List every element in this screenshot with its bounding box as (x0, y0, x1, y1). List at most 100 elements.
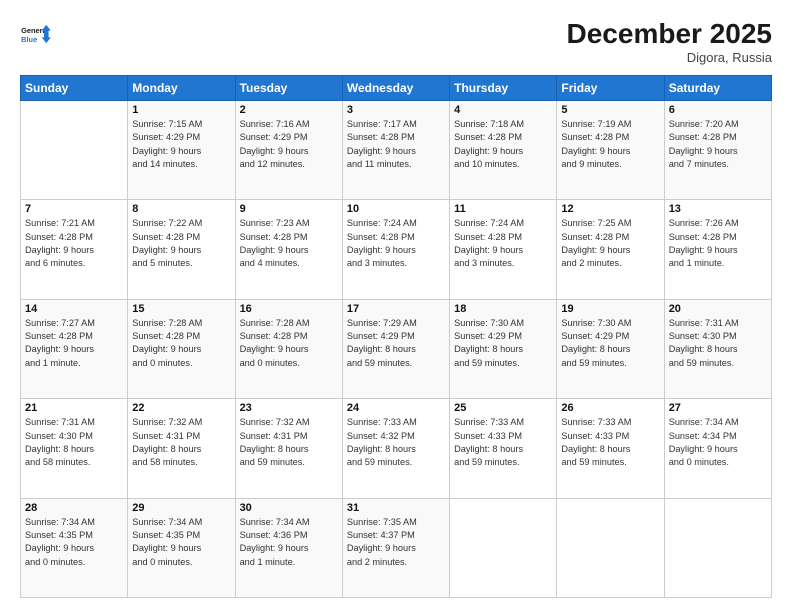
table-row: 14 Sunrise: 7:27 AMSunset: 4:28 PMDayligh… (21, 299, 128, 398)
table-row: 7 Sunrise: 7:21 AMSunset: 4:28 PMDaylight… (21, 200, 128, 299)
svg-text:Blue: Blue (21, 35, 37, 44)
day-info: Sunrise: 7:17 AMSunset: 4:28 PMDaylight:… (347, 118, 445, 171)
day-info: Sunrise: 7:32 AMSunset: 4:31 PMDaylight:… (240, 416, 338, 469)
day-info: Sunrise: 7:34 AMSunset: 4:35 PMDaylight:… (25, 516, 123, 569)
day-number: 14 (25, 303, 123, 315)
day-info: Sunrise: 7:32 AMSunset: 4:31 PMDaylight:… (132, 416, 230, 469)
day-number: 31 (347, 502, 445, 514)
calendar-week-row: 7 Sunrise: 7:21 AMSunset: 4:28 PMDaylight… (21, 200, 772, 299)
day-number: 29 (132, 502, 230, 514)
day-info: Sunrise: 7:35 AMSunset: 4:37 PMDaylight:… (347, 516, 445, 569)
table-row: 15Sunrise: 7:28 AMSunset: 4:28 PMDayligh… (128, 299, 235, 398)
day-info: Sunrise: 7:18 AMSunset: 4:28 PMDaylight:… (454, 118, 552, 171)
table-row: 28 Sunrise: 7:34 AMSunset: 4:35 PMDayligh… (21, 498, 128, 597)
day-info: Sunrise: 7:16 AMSunset: 4:29 PMDaylight:… (240, 118, 338, 171)
day-info: Sunrise: 7:20 AMSunset: 4:28 PMDaylight:… (669, 118, 767, 171)
day-info: Sunrise: 7:19 AMSunset: 4:28 PMDaylight:… (561, 118, 659, 171)
day-info: Sunrise: 7:21 AMSunset: 4:28 PMDaylight:… (25, 217, 123, 270)
table-row: 1Sunrise: 7:15 AMSunset: 4:29 PMDaylight… (128, 101, 235, 200)
day-number: 21 (25, 402, 123, 414)
table-row: 17Sunrise: 7:29 AMSunset: 4:29 PMDayligh… (342, 299, 449, 398)
table-row (21, 101, 128, 200)
day-info: Sunrise: 7:33 AMSunset: 4:33 PMDaylight:… (454, 416, 552, 469)
day-info: Sunrise: 7:15 AMSunset: 4:29 PMDaylight:… (132, 118, 230, 171)
day-info: Sunrise: 7:27 AMSunset: 4:28 PMDaylight:… (25, 317, 123, 370)
calendar-week-row: 28 Sunrise: 7:34 AMSunset: 4:35 PMDayligh… (21, 498, 772, 597)
table-row: 10Sunrise: 7:24 AMSunset: 4:28 PMDayligh… (342, 200, 449, 299)
table-row: 24 Sunrise: 7:33 AMSunset: 4:32 PMDayligh… (342, 399, 449, 498)
table-row: 21 Sunrise: 7:31 AMSunset: 4:30 PMDayligh… (21, 399, 128, 498)
day-info: Sunrise: 7:25 AMSunset: 4:28 PMDaylight:… (561, 217, 659, 270)
day-number: 12 (561, 203, 659, 215)
day-info: Sunrise: 7:31 AMSunset: 4:30 PMDaylight:… (25, 416, 123, 469)
table-row: 13 Sunrise: 7:26 AMSunset: 4:28 PMDayligh… (664, 200, 771, 299)
day-number: 5 (561, 104, 659, 116)
day-info: Sunrise: 7:30 AMSunset: 4:29 PMDaylight:… (454, 317, 552, 370)
day-number: 18 (454, 303, 552, 315)
day-number: 3 (347, 104, 445, 116)
day-number: 28 (25, 502, 123, 514)
day-number: 9 (240, 203, 338, 215)
table-row: 6 Sunrise: 7:20 AMSunset: 4:28 PMDaylight… (664, 101, 771, 200)
day-info: Sunrise: 7:34 AMSunset: 4:36 PMDaylight:… (240, 516, 338, 569)
day-number: 26 (561, 402, 659, 414)
day-number: 24 (347, 402, 445, 414)
table-row: 26 Sunrise: 7:33 AMSunset: 4:33 PMDayligh… (557, 399, 664, 498)
table-row: 12 Sunrise: 7:25 AMSunset: 4:28 PMDayligh… (557, 200, 664, 299)
table-row (557, 498, 664, 597)
table-row: 8Sunrise: 7:22 AMSunset: 4:28 PMDaylight… (128, 200, 235, 299)
table-row: 31 Sunrise: 7:35 AMSunset: 4:37 PMDayligh… (342, 498, 449, 597)
table-row: 19 Sunrise: 7:30 AMSunset: 4:29 PMDayligh… (557, 299, 664, 398)
table-row (664, 498, 771, 597)
day-info: Sunrise: 7:28 AMSunset: 4:28 PMDaylight:… (132, 317, 230, 370)
table-row: 30 Sunrise: 7:34 AMSunset: 4:36 PMDayligh… (235, 498, 342, 597)
day-info: Sunrise: 7:30 AMSunset: 4:29 PMDaylight:… (561, 317, 659, 370)
day-number: 11 (454, 203, 552, 215)
day-info: Sunrise: 7:33 AMSunset: 4:32 PMDaylight:… (347, 416, 445, 469)
table-row (450, 498, 557, 597)
day-info: Sunrise: 7:29 AMSunset: 4:29 PMDaylight:… (347, 317, 445, 370)
day-info: Sunrise: 7:31 AMSunset: 4:30 PMDaylight:… (669, 317, 767, 370)
col-monday: Monday (128, 76, 235, 101)
logo-icon: GeneralBlue (20, 18, 52, 50)
day-info: Sunrise: 7:34 AMSunset: 4:34 PMDaylight:… (669, 416, 767, 469)
table-row: 18 Sunrise: 7:30 AMSunset: 4:29 PMDayligh… (450, 299, 557, 398)
day-info: Sunrise: 7:26 AMSunset: 4:28 PMDaylight:… (669, 217, 767, 270)
col-friday: Friday (557, 76, 664, 101)
calendar-table: Sunday Monday Tuesday Wednesday Thursday… (20, 75, 772, 598)
month-title: December 2025 (567, 18, 772, 50)
day-number: 2 (240, 104, 338, 116)
day-number: 13 (669, 203, 767, 215)
logo: GeneralBlue (20, 18, 52, 50)
calendar-header-row: Sunday Monday Tuesday Wednesday Thursday… (21, 76, 772, 101)
table-row: 3 Sunrise: 7:17 AMSunset: 4:28 PMDaylight… (342, 101, 449, 200)
day-number: 20 (669, 303, 767, 315)
day-info: Sunrise: 7:23 AMSunset: 4:28 PMDaylight:… (240, 217, 338, 270)
day-info: Sunrise: 7:33 AMSunset: 4:33 PMDaylight:… (561, 416, 659, 469)
table-row: 5 Sunrise: 7:19 AMSunset: 4:28 PMDaylight… (557, 101, 664, 200)
day-number: 25 (454, 402, 552, 414)
day-info: Sunrise: 7:34 AMSunset: 4:35 PMDaylight:… (132, 516, 230, 569)
day-info: Sunrise: 7:24 AMSunset: 4:28 PMDaylight:… (454, 217, 552, 270)
table-row: 20 Sunrise: 7:31 AMSunset: 4:30 PMDayligh… (664, 299, 771, 398)
page: GeneralBlue December 2025 Digora, Russia… (0, 0, 792, 612)
day-number: 19 (561, 303, 659, 315)
table-row: 4 Sunrise: 7:18 AMSunset: 4:28 PMDaylight… (450, 101, 557, 200)
table-row: 22 Sunrise: 7:32 AMSunset: 4:31 PMDayligh… (128, 399, 235, 498)
location: Digora, Russia (567, 50, 772, 65)
day-number: 22 (132, 402, 230, 414)
table-row: 27Sunrise: 7:34 AMSunset: 4:34 PMDayligh… (664, 399, 771, 498)
day-number: 6 (669, 104, 767, 116)
day-number: 30 (240, 502, 338, 514)
day-info: Sunrise: 7:22 AMSunset: 4:28 PMDaylight:… (132, 217, 230, 270)
col-wednesday: Wednesday (342, 76, 449, 101)
calendar-week-row: 1Sunrise: 7:15 AMSunset: 4:29 PMDaylight… (21, 101, 772, 200)
header: GeneralBlue December 2025 Digora, Russia (20, 18, 772, 65)
day-number: 16 (240, 303, 338, 315)
day-number: 7 (25, 203, 123, 215)
day-number: 4 (454, 104, 552, 116)
day-number: 10 (347, 203, 445, 215)
table-row: 25 Sunrise: 7:33 AMSunset: 4:33 PMDayligh… (450, 399, 557, 498)
col-sunday: Sunday (21, 76, 128, 101)
col-saturday: Saturday (664, 76, 771, 101)
